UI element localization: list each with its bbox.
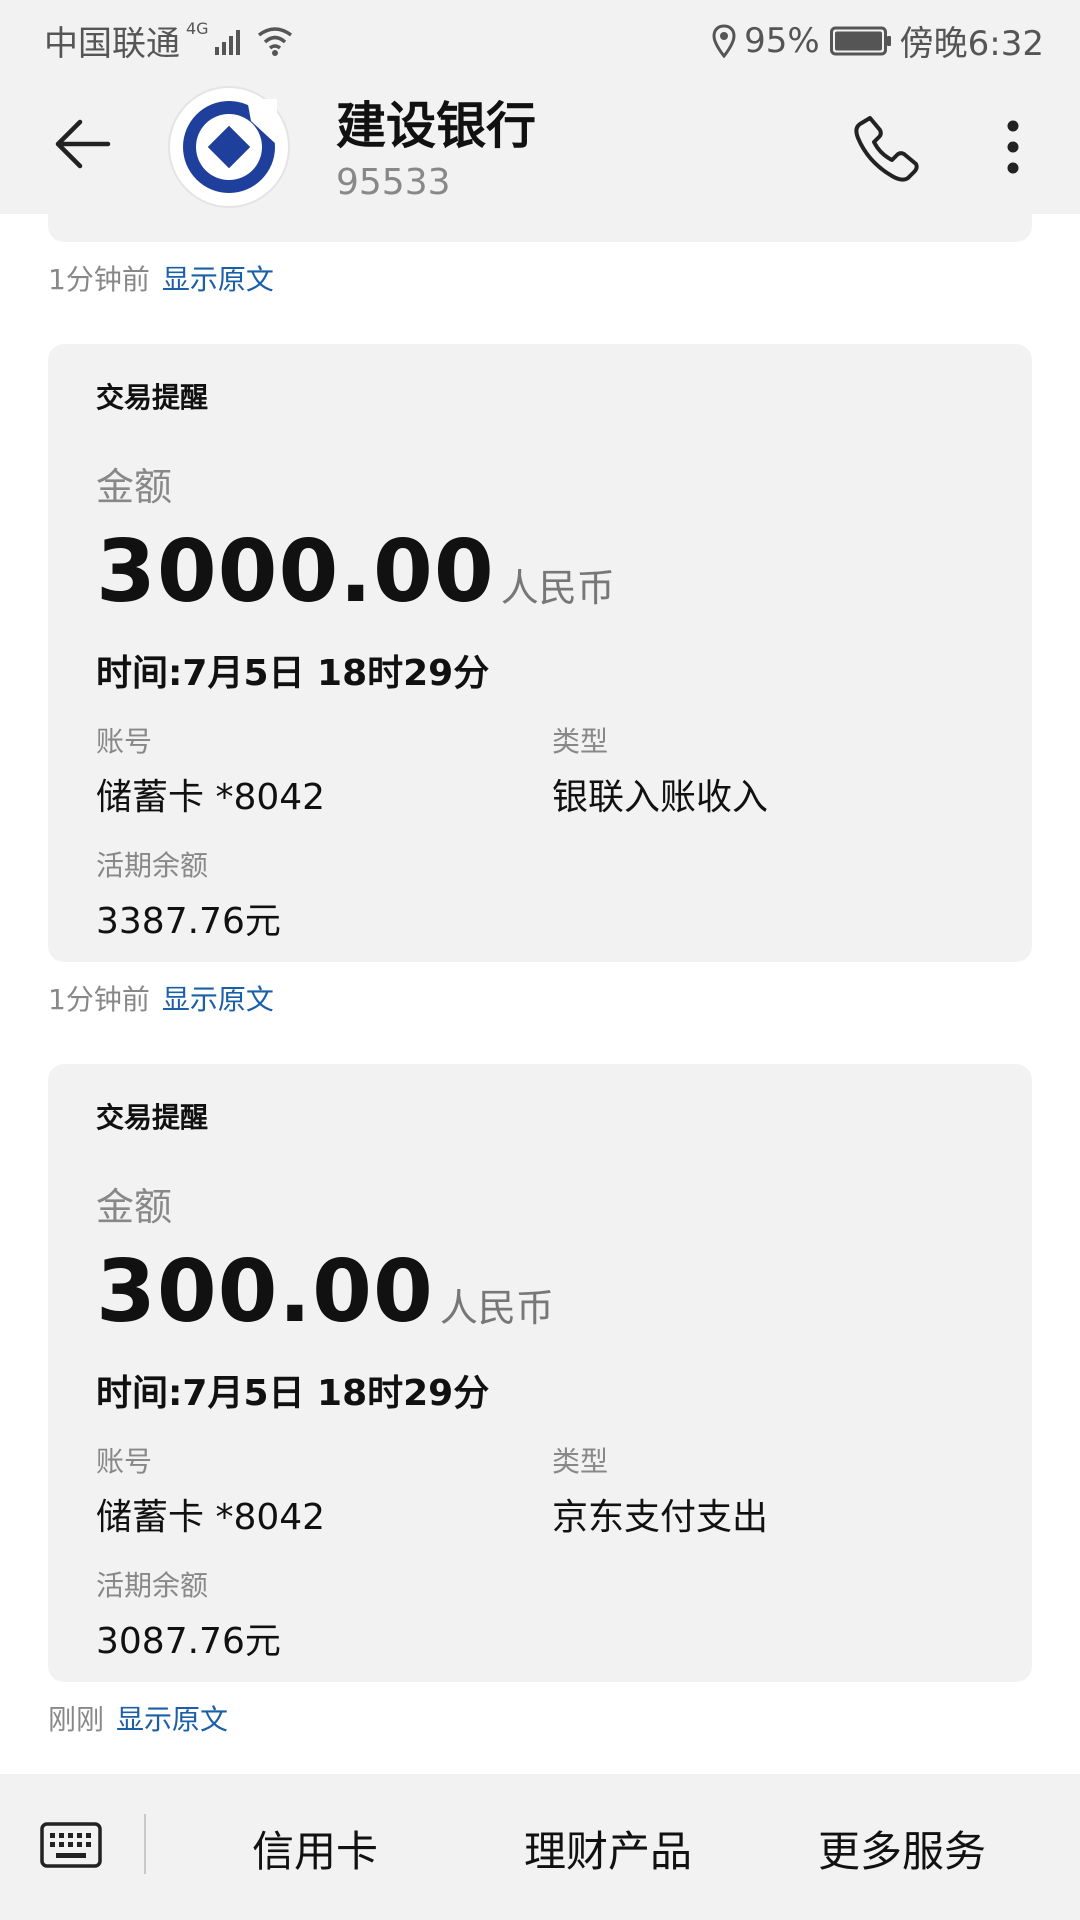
wifi-icon <box>257 26 292 56</box>
battery-icon <box>829 26 891 55</box>
show-original-link[interactable]: 显示原文 <box>162 263 274 296</box>
clock: 傍晚6:32 <box>899 24 1044 64</box>
carrier-label: 中国联通 <box>44 24 180 64</box>
keyboard-icon[interactable] <box>40 1822 102 1868</box>
ccb-logo-icon <box>183 99 277 193</box>
account-value: 储蓄卡 *8042 <box>96 1497 326 1538</box>
account-label: 账号 <box>96 1445 153 1478</box>
network-type: 4G <box>186 19 209 38</box>
balance-value: 3087.76元 <box>96 1621 281 1662</box>
signal-icon <box>214 29 240 55</box>
location-icon <box>712 23 736 58</box>
phone-icon[interactable] <box>852 112 922 182</box>
more-vertical-icon[interactable] <box>990 112 1036 182</box>
conversation-header: 建设银行 95533 <box>0 76 1080 214</box>
menu-wealth-products[interactable]: 理财产品 <box>524 1818 692 1879</box>
contact-number: 95533 <box>336 162 451 203</box>
amount-value: 300.00 <box>96 1242 434 1342</box>
show-original-link[interactable]: 显示原文 <box>116 1703 228 1736</box>
type-value: 京东支付支出 <box>552 1497 769 1538</box>
amount-label: 金额 <box>96 1185 173 1229</box>
account-value: 储蓄卡 *8042 <box>96 777 326 818</box>
card-title: 交易提醒 <box>96 1101 209 1134</box>
balance-value: 3387.76元 <box>96 901 281 942</box>
amount-value: 3000.00 <box>96 522 495 622</box>
amount-label: 金额 <box>96 465 173 509</box>
currency: 人民币 <box>500 566 615 610</box>
balance-label: 活期余额 <box>96 849 209 882</box>
bottom-menu-bar: 信用卡 理财产品 更多服务 <box>0 1774 1080 1920</box>
card-title: 交易提醒 <box>96 381 209 414</box>
type-label: 类型 <box>552 1445 609 1478</box>
transaction-card: 交易提醒 金额 3000.00 人民币 时间:7月5日 18时29分 账号 储蓄卡… <box>48 344 1032 962</box>
message-time: 1分钟前 <box>48 983 150 1016</box>
transaction-time: 时间:7月5日 18时29分 <box>96 653 490 694</box>
amount: 3000.00 人民币 <box>96 522 615 622</box>
balance-label: 活期余额 <box>96 1569 209 1602</box>
status-right: 95% 傍晚6:32 <box>704 16 1044 65</box>
type-value: 银联入账收入 <box>552 777 769 818</box>
arrow-left-icon[interactable] <box>50 112 114 176</box>
show-original-link[interactable]: 显示原文 <box>162 983 274 1016</box>
message-meta: 1分钟前 显示原文 <box>48 258 274 298</box>
message-meta: 1分钟前 显示原文 <box>48 978 274 1018</box>
menu-credit-card[interactable]: 信用卡 <box>252 1818 378 1879</box>
status-left: 中国联通 4G <box>44 16 295 65</box>
contact-name: 建设银行 <box>336 97 536 155</box>
previous-message-card <box>48 214 1032 242</box>
transaction-time: 时间:7月5日 18时29分 <box>96 1373 490 1414</box>
currency: 人民币 <box>439 1286 554 1330</box>
battery-percent: 95% <box>744 20 820 61</box>
account-label: 账号 <box>96 725 153 758</box>
menu-divider <box>144 1814 146 1874</box>
type-label: 类型 <box>552 725 609 758</box>
bank-logo-avatar[interactable] <box>168 86 290 208</box>
message-time: 刚刚 <box>48 1703 105 1736</box>
menu-more-services[interactable]: 更多服务 <box>818 1818 986 1879</box>
transaction-card: 交易提醒 金额 300.00 人民币 时间:7月5日 18时29分 账号 储蓄卡 … <box>48 1064 1032 1682</box>
message-time: 1分钟前 <box>48 263 150 296</box>
message-meta: 刚刚 显示原文 <box>48 1698 228 1738</box>
status-bar: 中国联通 4G 95% 傍晚6:32 <box>0 0 1080 76</box>
amount: 300.00 人民币 <box>96 1242 554 1342</box>
